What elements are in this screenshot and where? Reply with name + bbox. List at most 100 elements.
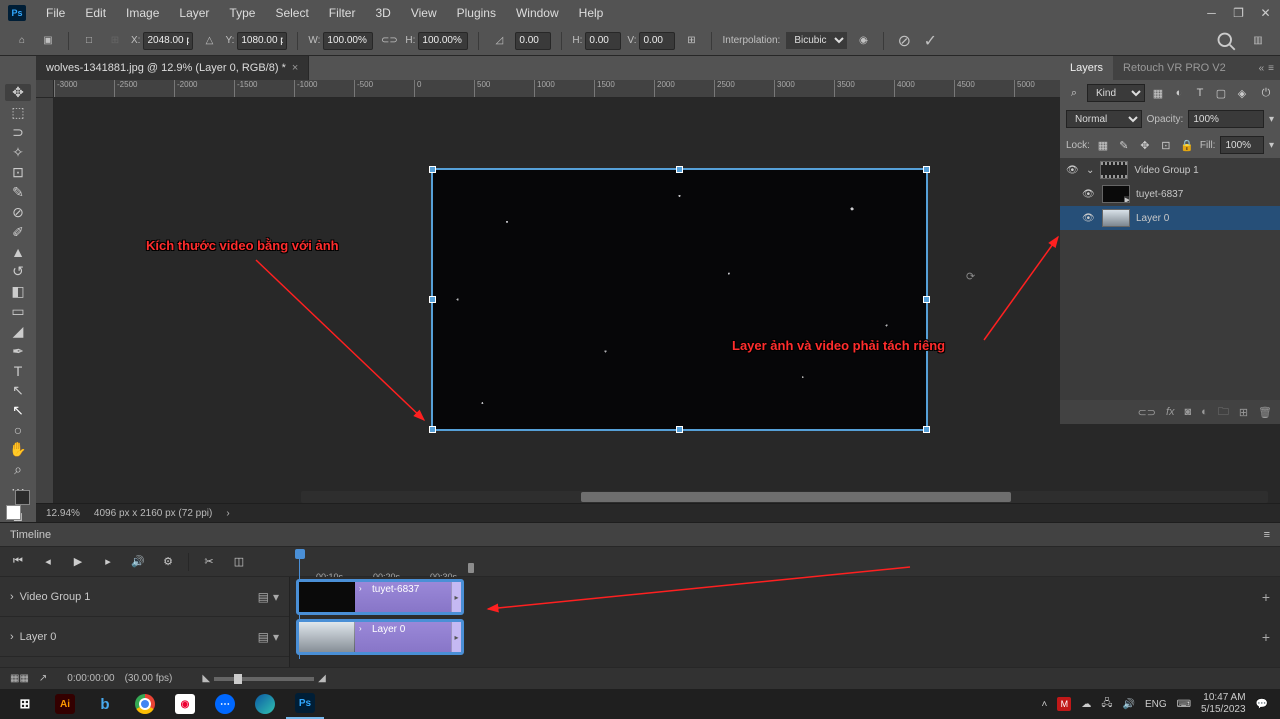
skew-h-input[interactable] bbox=[585, 32, 621, 50]
tray-network-icon[interactable]: 🖧 bbox=[1101, 696, 1112, 713]
search-icon[interactable] bbox=[1216, 31, 1236, 51]
magic-wand-tool[interactable]: ✧ bbox=[5, 144, 31, 161]
link-icon[interactable]: ⊂⊃ bbox=[379, 31, 399, 51]
home-icon[interactable]: ⌂ bbox=[12, 31, 32, 51]
layer-group-row[interactable]: 👁 ⌄ Video Group 1 bbox=[1060, 158, 1280, 182]
search-icon[interactable]: ⌕ bbox=[1066, 85, 1082, 101]
add-media-icon[interactable]: + bbox=[1262, 589, 1270, 605]
tab-retouch-vr[interactable]: Retouch VR PRO V2 bbox=[1113, 56, 1236, 80]
new-layer-icon[interactable]: ⊞ bbox=[1239, 406, 1248, 419]
lock-nested-icon[interactable]: ⊡ bbox=[1158, 137, 1174, 153]
timeline-zoom-slider[interactable] bbox=[214, 677, 314, 681]
link-layers-icon[interactable]: ⊂⊃ bbox=[1138, 406, 1156, 419]
clip-end-handle[interactable]: ▸ bbox=[451, 622, 461, 652]
eyedropper-tool[interactable]: ✎ bbox=[5, 184, 31, 201]
blend-mode-select[interactable]: Normal bbox=[1066, 110, 1142, 128]
path-select-tool[interactable]: ↖ bbox=[5, 382, 31, 399]
w-input[interactable] bbox=[323, 32, 373, 50]
menu-3d[interactable]: 3D bbox=[365, 6, 400, 20]
filter-shape-icon[interactable]: ▢ bbox=[1213, 85, 1229, 101]
clone-stamp-tool[interactable]: ▲ bbox=[5, 244, 31, 260]
track-add-icon[interactable]: ▾ bbox=[273, 590, 279, 604]
healing-brush-tool[interactable]: ⊘ bbox=[5, 204, 31, 221]
layer-row[interactable]: 👁 ▶ tuyet-6837 bbox=[1060, 182, 1280, 206]
window-restore-icon[interactable]: ❐ bbox=[1232, 7, 1245, 20]
layer-row[interactable]: 👁 Layer 0 bbox=[1060, 206, 1280, 230]
menu-plugins[interactable]: Plugins bbox=[447, 6, 506, 20]
handle-bottom-left[interactable] bbox=[429, 426, 436, 433]
horizontal-scrollbar[interactable] bbox=[301, 491, 1268, 503]
timeline-menu-icon[interactable]: ≡ bbox=[1264, 529, 1270, 541]
ruler-origin[interactable] bbox=[36, 80, 54, 98]
audio-icon[interactable]: 🔊 bbox=[128, 552, 148, 572]
reference-grid-icon[interactable]: ⊞ bbox=[105, 31, 125, 51]
taskbar-app-snagit[interactable]: ◉ bbox=[166, 689, 204, 719]
opacity-chevron-icon[interactable]: ▾ bbox=[1269, 114, 1274, 125]
prev-frame-icon[interactable]: ◂ bbox=[38, 552, 58, 572]
work-area-end[interactable] bbox=[468, 563, 474, 573]
tray-notifications-icon[interactable]: 💬 bbox=[1256, 699, 1268, 710]
menu-view[interactable]: View bbox=[401, 6, 447, 20]
transition-icon[interactable]: ◫ bbox=[229, 552, 249, 572]
lock-transparent-icon[interactable]: ▦ bbox=[1095, 137, 1111, 153]
panel-menu-icon[interactable]: ≡ bbox=[1268, 63, 1274, 74]
tray-onedrive-icon[interactable]: ☁ bbox=[1081, 699, 1091, 710]
handle-top-right[interactable] bbox=[923, 166, 930, 173]
handle-top-left[interactable] bbox=[429, 166, 436, 173]
taskbar-app-photoshop[interactable]: Ps bbox=[286, 689, 324, 719]
filter-pixel-icon[interactable]: ▦ bbox=[1150, 85, 1166, 101]
menu-layer[interactable]: Layer bbox=[169, 6, 219, 20]
menu-help[interactable]: Help bbox=[569, 6, 614, 20]
zoom-level[interactable]: 12.94% bbox=[46, 508, 80, 519]
fx-icon[interactable]: fx bbox=[1166, 406, 1175, 418]
zoom-out-icon[interactable]: ◣ bbox=[202, 673, 210, 684]
taskbar-app-edge[interactable] bbox=[246, 689, 284, 719]
filter-adjust-icon[interactable]: ◐ bbox=[1171, 85, 1187, 101]
tab-layers[interactable]: Layers bbox=[1060, 56, 1113, 80]
zoom-tool[interactable]: ⌕ bbox=[5, 461, 31, 478]
next-frame-icon[interactable]: ▸ bbox=[98, 552, 118, 572]
tray-language[interactable]: ENG bbox=[1145, 699, 1167, 710]
timeline-clip[interactable]: › Layer 0 ▸ bbox=[296, 619, 464, 655]
layer-mask-icon[interactable]: ◙ bbox=[1185, 406, 1192, 418]
visibility-icon[interactable]: 👁 bbox=[1082, 189, 1096, 200]
handle-bottom-right[interactable] bbox=[923, 426, 930, 433]
menu-select[interactable]: Select bbox=[265, 6, 318, 20]
reference-point-icon[interactable]: □ bbox=[79, 31, 99, 51]
track-disclosure-icon[interactable]: › bbox=[10, 591, 14, 603]
hand-tool[interactable]: ✋ bbox=[5, 441, 31, 458]
tray-clock[interactable]: 10:47 AM 5/15/2023 bbox=[1201, 692, 1246, 716]
menu-type[interactable]: Type bbox=[219, 6, 265, 20]
commit-transform-icon[interactable]: ✓ bbox=[920, 31, 940, 51]
window-close-icon[interactable]: ✕ bbox=[1259, 7, 1272, 20]
split-clip-icon[interactable]: ✂ bbox=[199, 552, 219, 572]
playhead[interactable] bbox=[295, 549, 305, 559]
render-icon[interactable]: ↗ bbox=[39, 673, 47, 684]
taskbar-app-zalo[interactable]: ⋯ bbox=[206, 689, 244, 719]
zoom-in-icon[interactable]: ◢ bbox=[318, 673, 326, 684]
track-options-icon[interactable]: ▤ bbox=[258, 590, 269, 604]
add-media-icon[interactable]: + bbox=[1262, 629, 1270, 645]
scrollbar-thumb[interactable] bbox=[581, 492, 1011, 502]
clip-end-handle[interactable]: ▸ bbox=[451, 582, 461, 612]
handle-mid-left[interactable] bbox=[429, 296, 436, 303]
workspace-icon[interactable]: ▥ bbox=[1248, 31, 1268, 51]
settings-icon[interactable]: ⚙ bbox=[158, 552, 178, 572]
skew-v-input[interactable] bbox=[639, 32, 675, 50]
angle-input[interactable] bbox=[515, 32, 551, 50]
lock-all-icon[interactable]: 🔒 bbox=[1179, 137, 1195, 153]
track-disclosure-icon[interactable]: › bbox=[10, 631, 14, 643]
delete-layer-icon[interactable]: 🗑 bbox=[1258, 406, 1272, 419]
move-tool[interactable]: ✥ bbox=[5, 84, 31, 101]
taskbar-app-chrome[interactable] bbox=[126, 689, 164, 719]
eraser-tool[interactable]: ◧ bbox=[5, 283, 31, 300]
crop-tool[interactable]: ⊡ bbox=[5, 164, 31, 181]
track-add-icon[interactable]: ▾ bbox=[273, 630, 279, 644]
menu-edit[interactable]: Edit bbox=[75, 6, 116, 20]
start-button[interactable]: ⊞ bbox=[6, 689, 44, 719]
adjustment-layer-icon[interactable]: ◐ bbox=[1201, 406, 1208, 418]
handle-mid-right[interactable] bbox=[923, 296, 930, 303]
tray-volume-icon[interactable]: 🔊 bbox=[1122, 699, 1134, 710]
menu-file[interactable]: File bbox=[36, 6, 75, 20]
handle-top-center[interactable] bbox=[676, 166, 683, 173]
